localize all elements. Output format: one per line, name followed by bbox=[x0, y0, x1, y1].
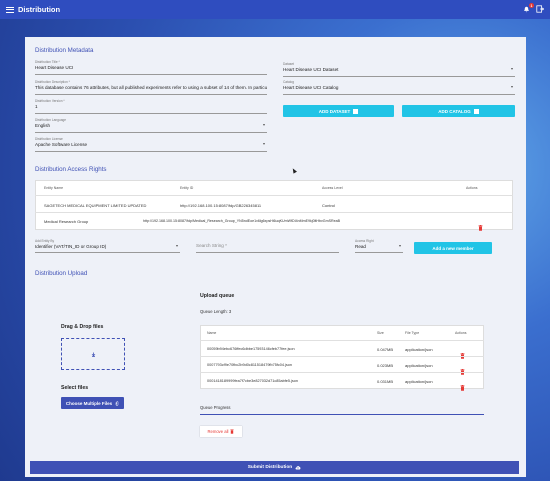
file-type: application/json bbox=[405, 347, 433, 352]
queue-progress-bar bbox=[200, 414, 484, 416]
menu-icon[interactable] bbox=[6, 6, 14, 13]
title-field[interactable]: Distribution Title * Heart Disease UCI bbox=[35, 60, 267, 75]
file-size: 0.031MB bbox=[377, 379, 394, 384]
app-bar: Distribution 1 bbox=[0, 0, 550, 19]
queue-length: Queue Length: 3 bbox=[200, 309, 232, 314]
column-header: Name bbox=[207, 331, 217, 335]
file-name: 0007793cf9e70fbc2b9d0c811518479fb75fc04.… bbox=[207, 363, 293, 367]
access-right-select[interactable]: Access Right Read bbox=[355, 239, 403, 253]
file-type: application/json bbox=[405, 363, 433, 368]
divider bbox=[200, 356, 484, 357]
download-arrow-icon bbox=[91, 352, 96, 357]
license-select[interactable]: Distribution License Apache Software Lic… bbox=[35, 137, 267, 152]
remove-all-button[interactable]: Remove all bbox=[200, 426, 242, 437]
queue-title: Upload queue bbox=[200, 293, 235, 299]
divider bbox=[200, 340, 484, 341]
catalog-select[interactable]: Catalog Heart Disease UCI Catalog bbox=[283, 80, 515, 95]
chevron-down-icon bbox=[511, 68, 513, 70]
drop-zone[interactable] bbox=[61, 338, 125, 370]
language-select[interactable]: Distribution Language English bbox=[35, 118, 267, 133]
divider bbox=[35, 212, 513, 213]
file-size: 0.023MB bbox=[377, 363, 394, 368]
access-section-title: Distribution Access Rights bbox=[35, 166, 107, 173]
logout-icon[interactable] bbox=[536, 4, 545, 15]
access-row-level: Control bbox=[322, 203, 335, 208]
entity-by-select[interactable]: Add Entity By Identifier (VAT/TIN_ID or … bbox=[35, 239, 180, 253]
notification-icon[interactable]: 1 bbox=[523, 3, 534, 13]
cloud-upload-icon bbox=[295, 466, 301, 470]
column-header: Entity ID bbox=[180, 186, 194, 190]
add-member-button[interactable]: Add a new member bbox=[414, 242, 492, 254]
chevron-down-icon bbox=[176, 245, 178, 247]
column-header: Access Level bbox=[322, 186, 343, 190]
delete-icon[interactable] bbox=[478, 218, 483, 231]
version-field[interactable]: Distribution Version * 1 bbox=[35, 99, 267, 114]
delete-icon[interactable] bbox=[460, 378, 465, 391]
chevron-down-icon bbox=[399, 245, 401, 247]
column-header: Entity Name bbox=[44, 186, 64, 190]
access-row-name: SAGETECH MEDICAL EQUIPMENT LIMITED UPDAT… bbox=[44, 203, 147, 208]
drag-drop-label: Drag & Drop files bbox=[61, 324, 104, 330]
column-header: Size bbox=[377, 331, 384, 335]
file-name: 00059b94ebc676ffec6dbbe17593146cfeb77fee… bbox=[207, 347, 295, 351]
notification-badge: 1 bbox=[529, 3, 534, 8]
add-catalog-button[interactable]: ADD CATALOG bbox=[402, 105, 515, 117]
submit-distribution-button[interactable]: Submit Distribution bbox=[30, 461, 519, 474]
queue-progress-label: Queue Progress bbox=[200, 405, 231, 410]
catalog-icon bbox=[473, 108, 479, 114]
file-name: 0001418189999fea7f7cbe3e827032d71c85abfe… bbox=[207, 379, 299, 383]
search-input[interactable]: Search String * bbox=[196, 242, 339, 253]
access-row-id: http://192.168.100.15:8087/fdp/Medical_R… bbox=[143, 219, 340, 223]
upload-section-title: Distribution Upload bbox=[35, 270, 88, 277]
add-dataset-button[interactable]: ADD DATASET bbox=[283, 105, 394, 117]
access-row-name: Medical Research Group bbox=[44, 219, 89, 224]
divider bbox=[200, 372, 484, 373]
select-files-label: Select files bbox=[61, 385, 89, 391]
attach-icon bbox=[115, 400, 119, 406]
file-size: 0.047MB bbox=[377, 347, 394, 352]
dataset-select[interactable]: Dataset Heart Disease UCI Dataset bbox=[283, 62, 515, 77]
grid-icon bbox=[353, 108, 359, 114]
divider bbox=[35, 195, 513, 196]
file-type: application/json bbox=[405, 379, 433, 384]
delete-icon[interactable] bbox=[460, 362, 465, 375]
column-header: Actions bbox=[455, 331, 467, 335]
app-title: Distribution bbox=[18, 5, 61, 14]
access-row-id: http://192.168.100.15:8087/fdp/GB2263458… bbox=[180, 203, 262, 208]
description-field[interactable]: Distribution Description * This database… bbox=[35, 80, 267, 95]
column-header: Actions bbox=[466, 186, 478, 190]
chevron-down-icon bbox=[511, 86, 513, 88]
column-header: File Type bbox=[405, 331, 420, 335]
chevron-down-icon bbox=[263, 124, 265, 126]
choose-files-button[interactable]: Choose Multiple Files bbox=[61, 397, 124, 409]
delete-icon[interactable] bbox=[460, 346, 465, 359]
metadata-section-title: Distribution Metadata bbox=[35, 47, 94, 54]
delete-icon bbox=[230, 429, 235, 434]
chevron-down-icon bbox=[263, 143, 265, 145]
